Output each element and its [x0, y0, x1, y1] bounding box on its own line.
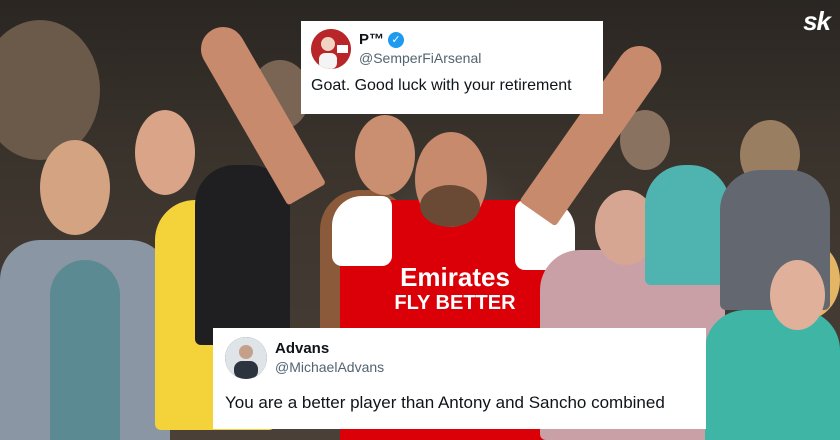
author-handle[interactable]: @SemperFiArsenal: [359, 49, 481, 67]
verified-badge-icon: ✓: [388, 32, 405, 48]
tweet-header: Advans @MichaelAdvans: [225, 337, 694, 379]
profile-photo-icon: [225, 337, 267, 379]
jersey-sponsor-tagline: FLY BETTER: [394, 292, 516, 314]
author-name[interactable]: Advans: [275, 340, 329, 358]
fan-teal-top: [705, 310, 840, 440]
tweet-text: Goat. Good luck with your retirement: [311, 77, 572, 94]
profile-photo-icon: [311, 29, 351, 69]
avatar[interactable]: [311, 29, 351, 69]
fan-teal-tee: [50, 260, 120, 440]
jersey-sponsor: Emirates: [400, 262, 510, 292]
background-photo: Emirates FLY BETTER sk P™ ✓ @SemperFiArs…: [0, 0, 840, 440]
fan-face: [355, 115, 415, 195]
fan-teal-shirt: [645, 165, 730, 285]
fan-face: [135, 110, 195, 195]
brand-logo: sk: [803, 6, 831, 36]
tweet-card[interactable]: Advans @MichaelAdvans You are a better p…: [213, 328, 706, 429]
author-name-row: P™ ✓: [359, 31, 481, 49]
fan-face: [770, 260, 825, 330]
arsenal-sleeve-left: [332, 196, 392, 266]
tweet-author: Advans @MichaelAdvans: [275, 340, 384, 376]
crowd-head: [0, 20, 100, 160]
tweet-text: You are a better player than Antony and …: [225, 393, 665, 412]
fan-beard: [420, 185, 480, 227]
author-handle[interactable]: @MichaelAdvans: [275, 358, 384, 376]
avatar[interactable]: [225, 337, 267, 379]
fan-face: [40, 140, 110, 235]
tweet-card[interactable]: P™ ✓ @SemperFiArsenal Goat. Good luck wi…: [301, 21, 603, 114]
author-name-row: Advans: [275, 340, 384, 358]
fan-black-shirt: [195, 165, 290, 345]
tweet-header: P™ ✓ @SemperFiArsenal: [311, 29, 593, 69]
author-name[interactable]: P™: [359, 31, 384, 49]
tweet-author: P™ ✓ @SemperFiArsenal: [359, 31, 481, 67]
